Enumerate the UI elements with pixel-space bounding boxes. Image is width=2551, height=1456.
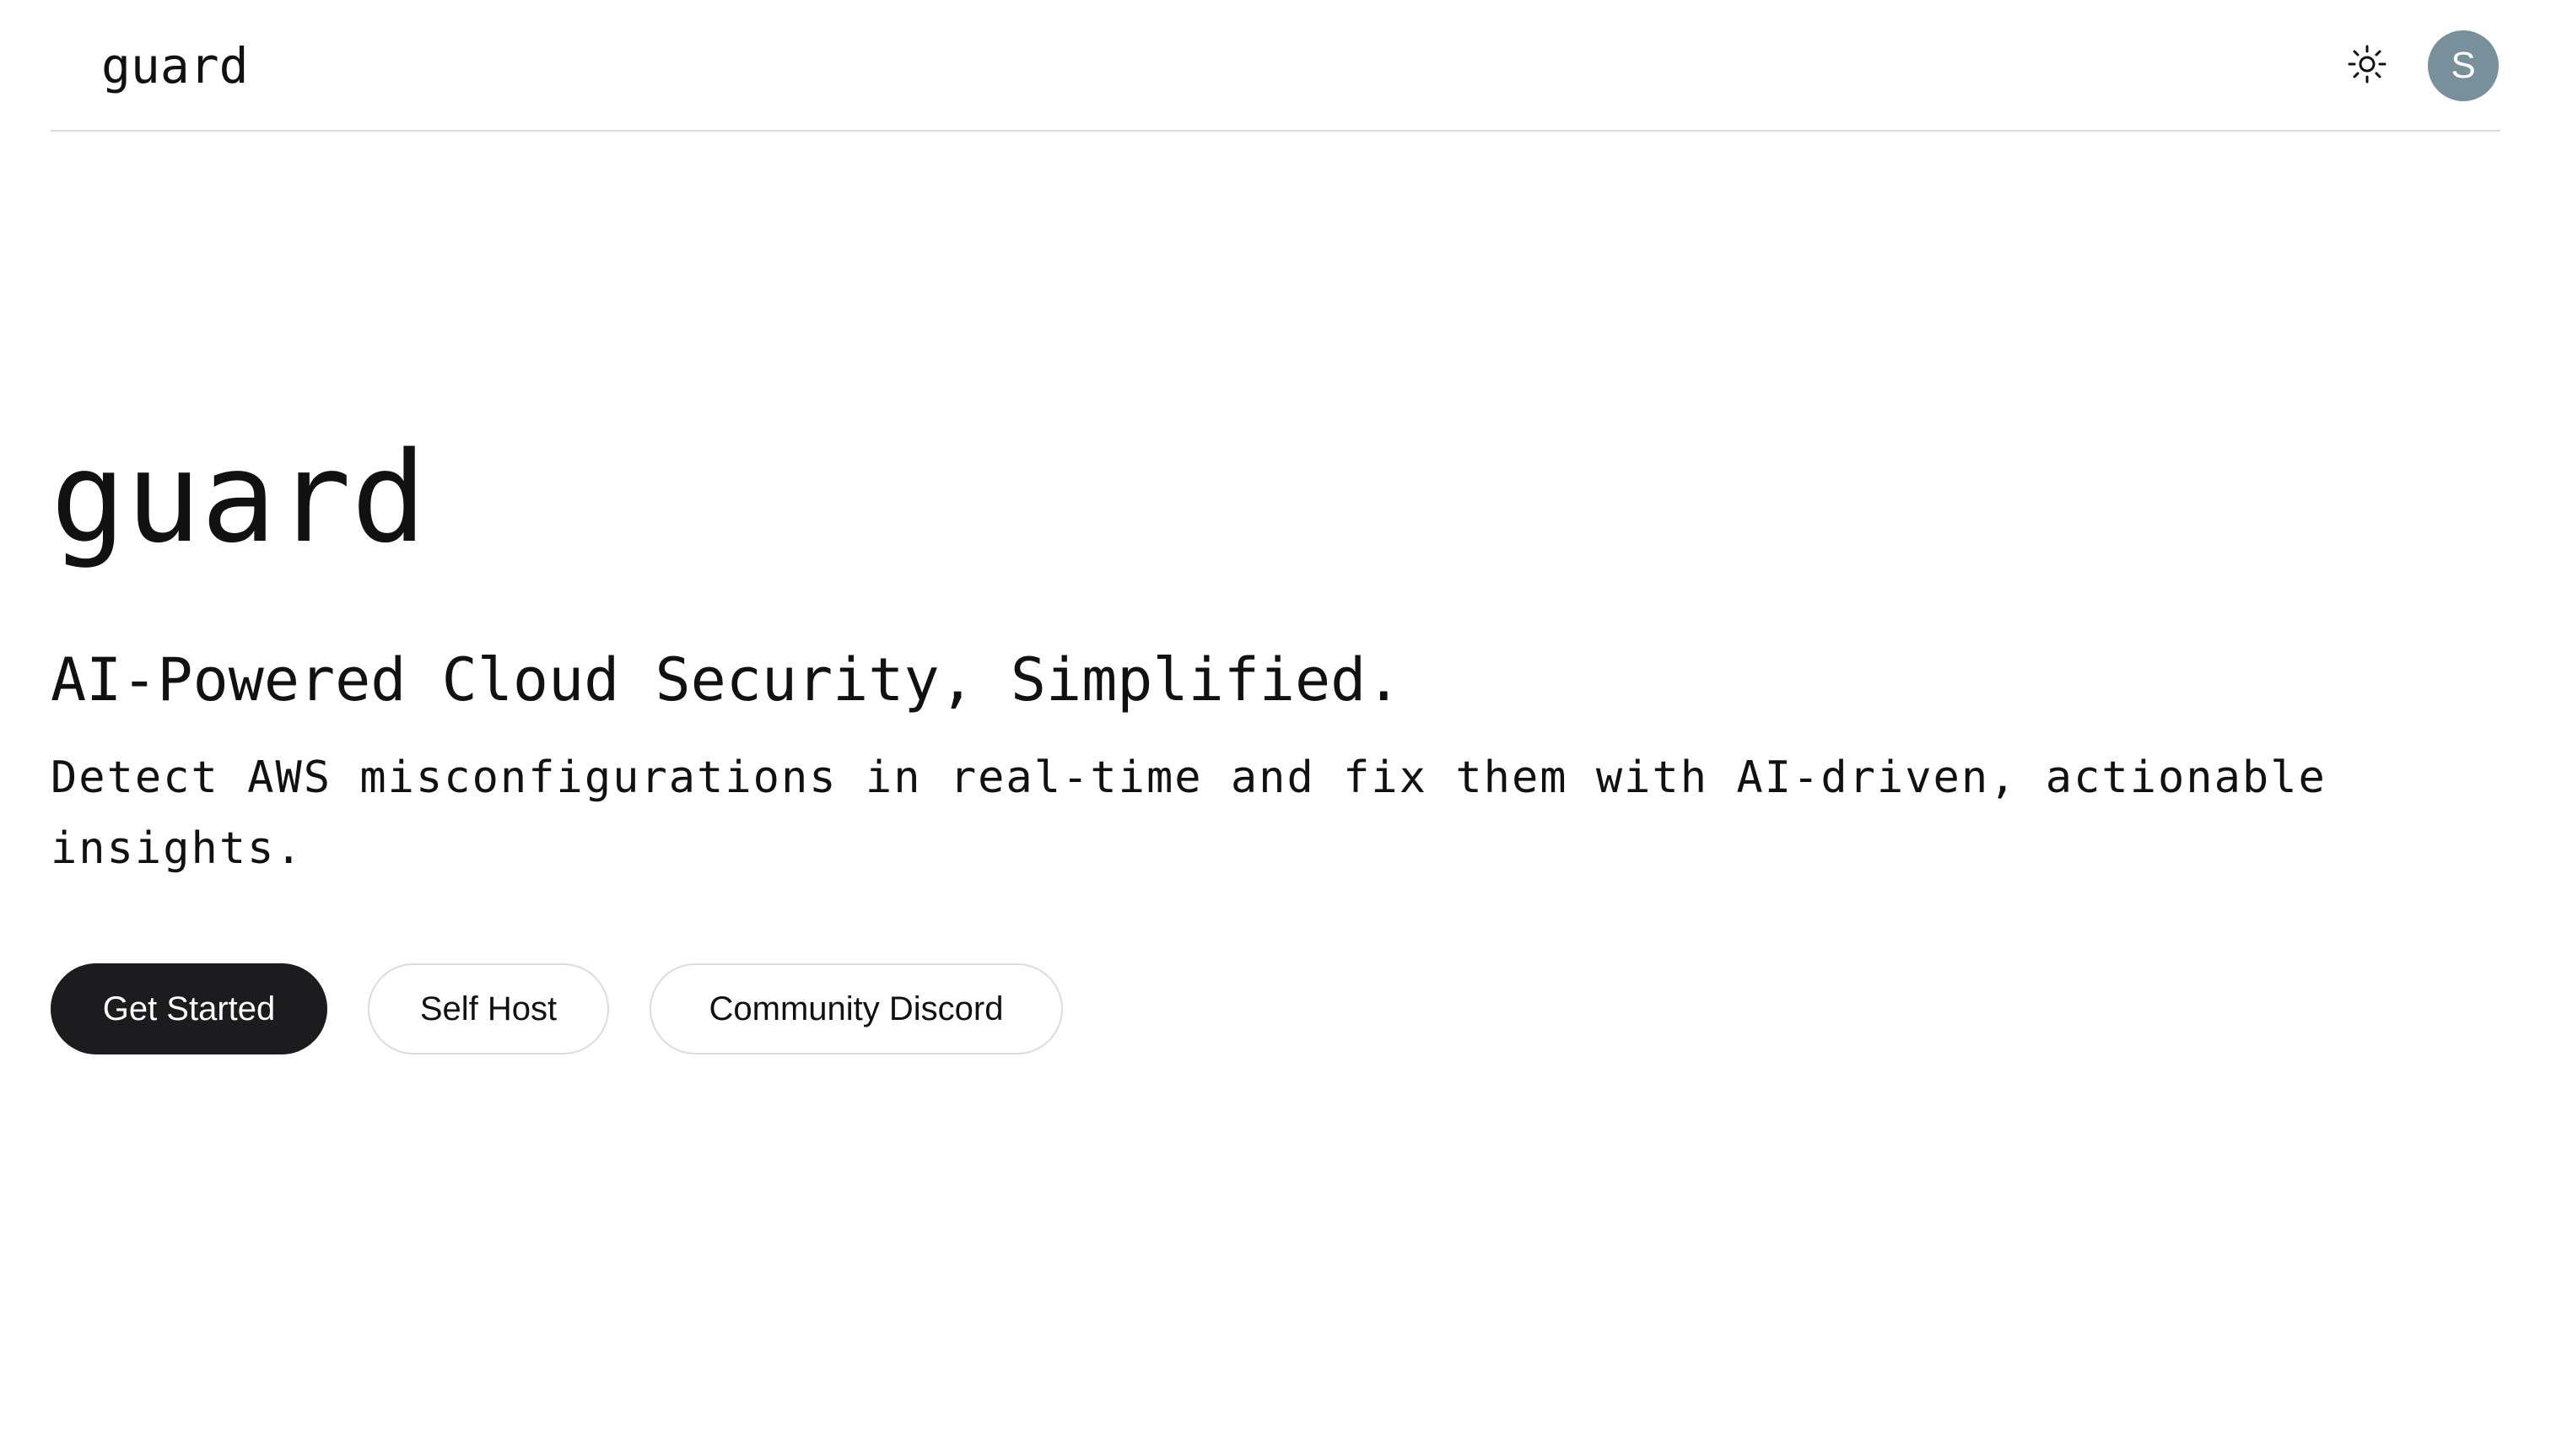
get-started-button[interactable]: Get Started [51,963,327,1054]
hero-subtitle: AI-Powered Cloud Security, Simplified. [51,645,1402,715]
avatar-initial: S [2451,45,2476,86]
user-avatar-button[interactable]: S [2428,30,2499,101]
theme-toggle-button[interactable] [2342,40,2392,91]
community-discord-button[interactable]: Community Discord [650,963,1063,1054]
landing-page: guard S guard AI-Powered Cloud Security,… [0,0,2551,1456]
brand-logo-link[interactable]: guard [101,35,249,96]
self-host-button[interactable]: Self Host [368,963,609,1054]
hero-title: guard [51,425,427,570]
hero-description: Detect AWS misconfigurations in real-tim… [51,752,2327,874]
hero-actions: Get Started Self Host Community Discord [51,963,1063,1054]
sun-icon [2348,45,2387,88]
top-nav: guard S [51,0,2500,132]
